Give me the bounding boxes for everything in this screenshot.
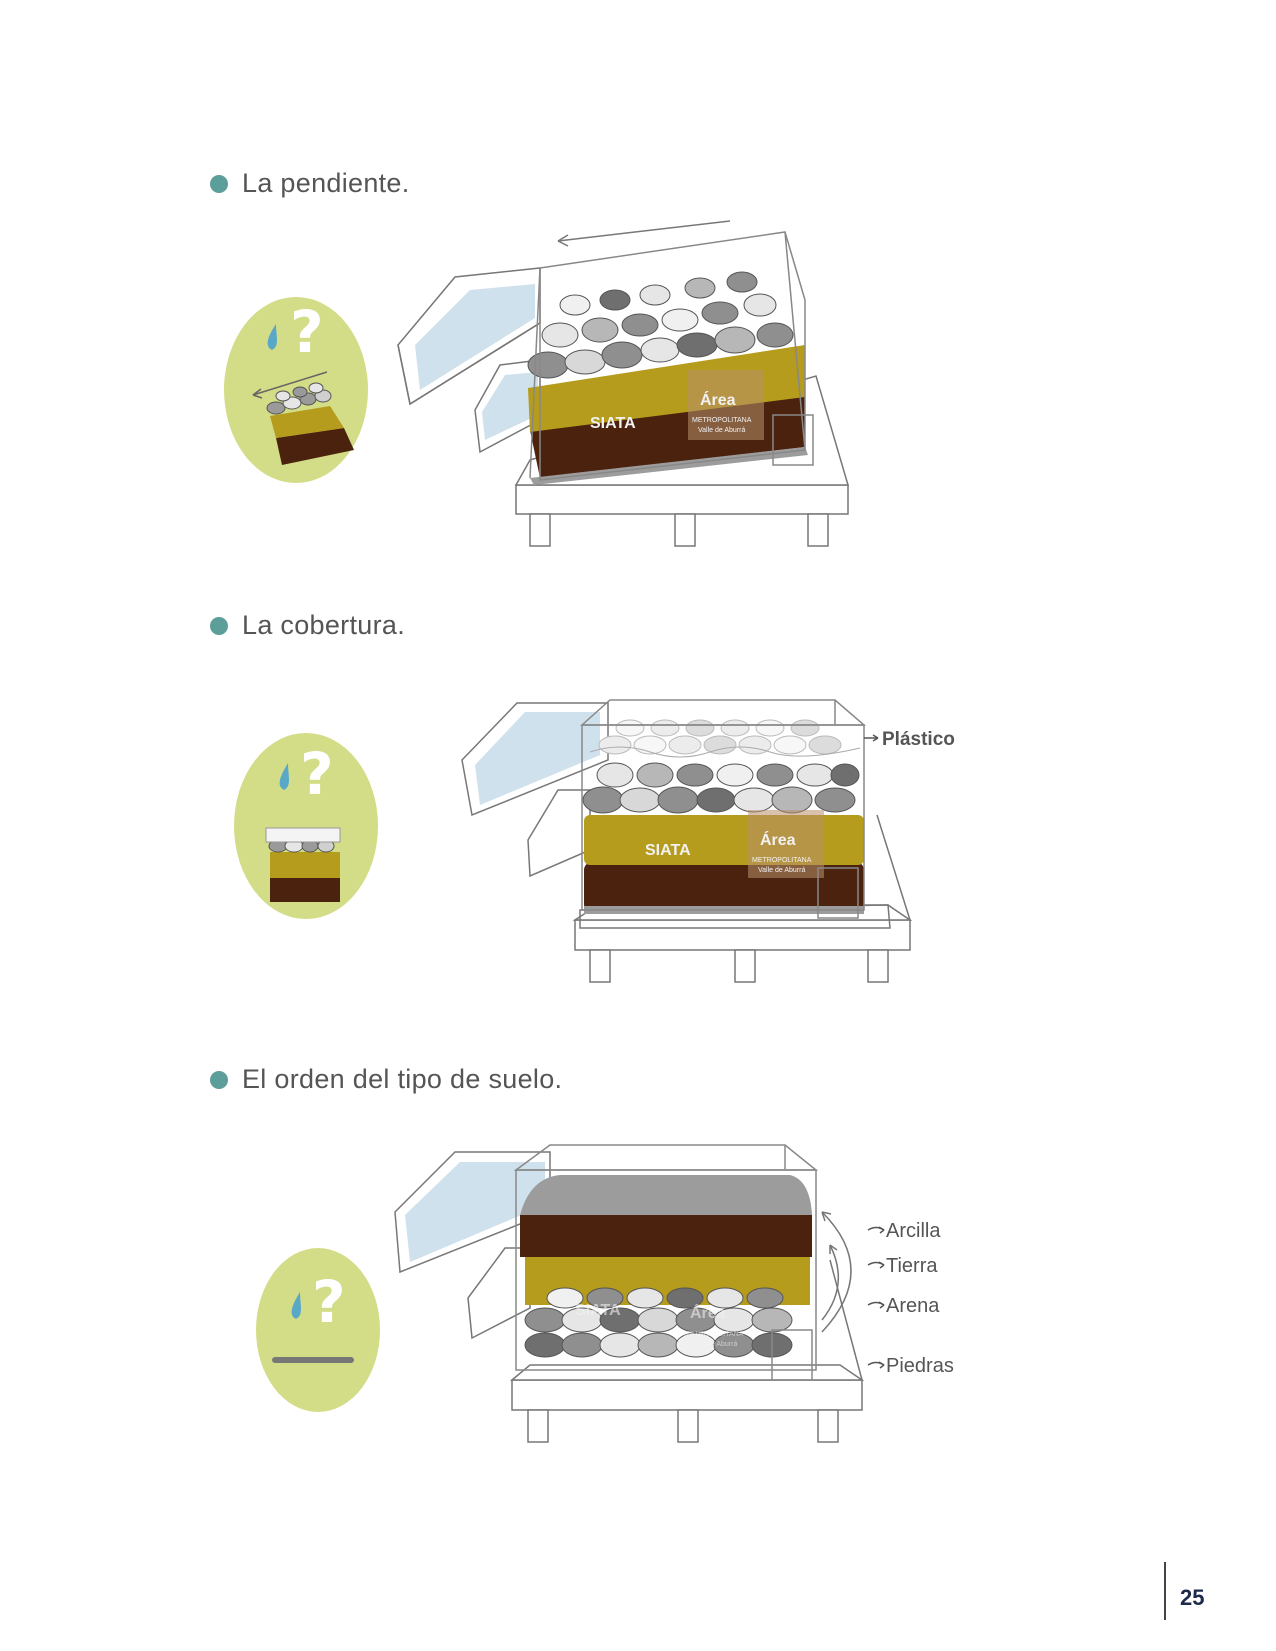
heading-cover: La cobertura. [210,610,405,641]
slope-siata-logo: SIATA [590,415,636,432]
slope-icon-blob: ? [224,297,368,483]
cover-icon-blob: ? [234,733,378,919]
svg-text:METROPOLITANA: METROPOLITANA [692,417,752,424]
cover-area-logo: Área METROPOLITANA Valle de Aburrá [748,810,824,878]
cover-water-tray-bottom [527,789,591,878]
slope-arrow [557,220,731,242]
bullet-icon [210,616,228,635]
svg-text:SIATA: SIATA [645,842,691,859]
label-clay: Arcilla [867,1220,941,1242]
label-plastic: Plástico [864,729,955,750]
label-stones: Piedras [867,1355,954,1377]
slope-soil-layers [527,271,808,485]
heading-order: El orden del tipo de suelo. [210,1064,562,1095]
bullet-icon [210,174,228,193]
cover-siata-logo: SIATA [645,842,691,859]
page-number: 25 [1180,1585,1205,1610]
question-mark-icon: ? [290,298,324,366]
question-mark-icon: ? [312,1268,346,1336]
svg-text:SIATA: SIATA [590,415,636,432]
order-soil-layers [520,1175,812,1358]
svg-text:Piedras: Piedras [886,1355,954,1377]
svg-text:Arcilla: Arcilla [886,1220,941,1242]
svg-text:METROPOLITANA: METROPOLITANA [752,857,812,864]
question-mark-icon: ? [300,740,334,808]
svg-text:Valle de Aburrá: Valle de Aburrá [698,427,745,434]
order-icon-blob: ? [256,1248,380,1412]
heading-slope: La pendiente. [210,168,410,199]
bullet-icon [210,1070,228,1089]
label-earth: Tierra [867,1255,938,1277]
svg-text:Área: Área [700,390,736,409]
svg-text:Área: Área [760,830,796,849]
heading-slope-text: La pendiente. [242,168,410,198]
label-sand: Arena [867,1295,940,1317]
svg-text:Área: Área [690,1303,726,1322]
svg-text:Arena: Arena [886,1295,940,1317]
heading-order-text: El orden del tipo de suelo. [242,1064,563,1094]
page-number-divider [1164,1562,1166,1620]
heading-cover-text: La cobertura. [242,610,405,640]
svg-text:Plástico: Plástico [882,729,955,750]
order-arrows [821,1211,852,1333]
svg-text:Valle de Aburrá: Valle de Aburrá [690,1341,737,1348]
slope-illustration: ? SIATA Área METROPOLITANA Valle de Abur… [224,220,850,547]
svg-text:SIATA: SIATA [575,1302,621,1319]
svg-text:METROPOLITANA: METROPOLITANA [684,1331,744,1338]
order-illustration: ? SIATA Área METROPOLITANA Valle de Abur… [256,1144,954,1443]
slope-area-logo: Área METROPOLITANA Valle de Aburrá [688,370,764,440]
order-water-tray-bottom [467,1247,531,1340]
svg-text:Tierra: Tierra [886,1255,938,1277]
svg-text:Valle de Aburrá: Valle de Aburrá [758,867,805,874]
order-siata-logo: SIATA [575,1302,621,1319]
cover-illustration: ? SIATA Área METROPOLITANA Valle de Abur… [234,699,955,983]
